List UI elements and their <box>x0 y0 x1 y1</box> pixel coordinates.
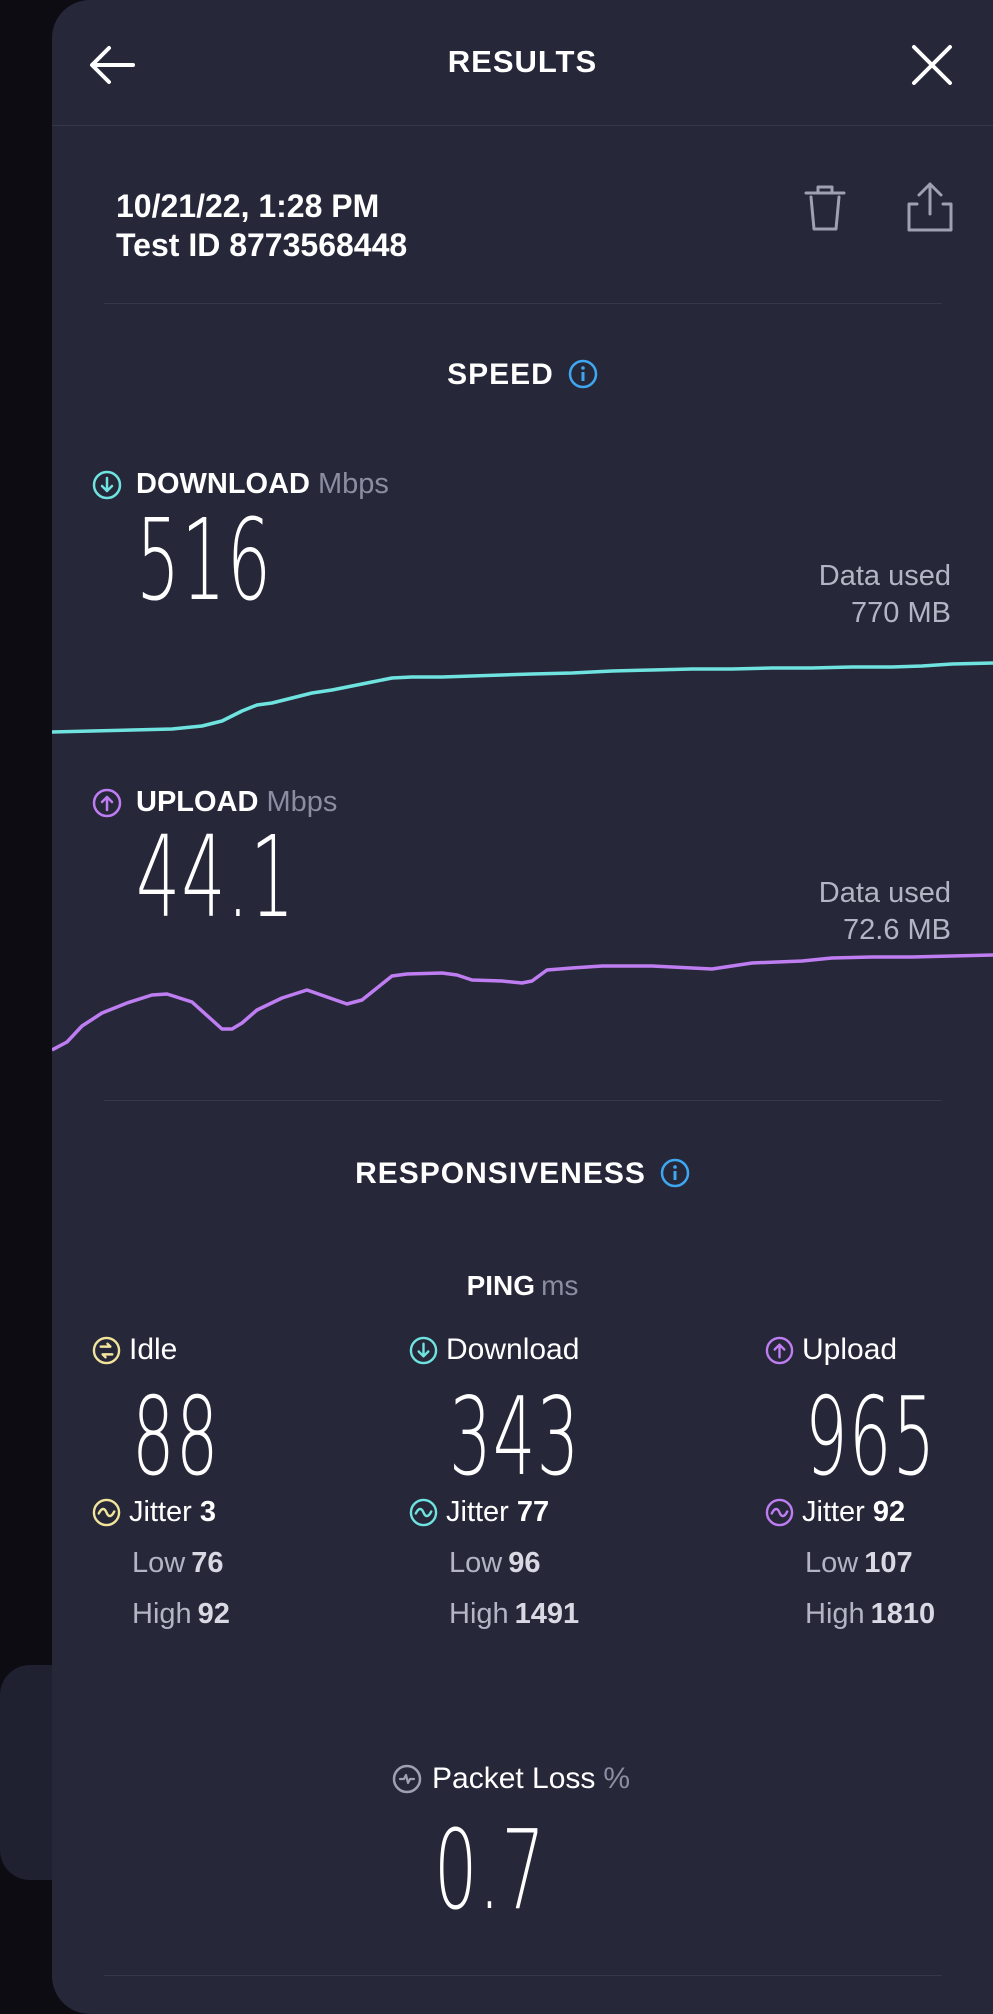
high-row: High 1810 <box>805 1598 935 1631</box>
ping-column-upload: Upload 965 Jitter 92 Low 107 High 1810 <box>765 1332 993 1630</box>
jitter-value: 92 <box>872 1496 906 1528</box>
info-icon[interactable] <box>568 359 598 389</box>
divider <box>104 303 942 304</box>
ping-unit: ms <box>541 1270 579 1301</box>
high-label: High <box>132 1598 192 1630</box>
low-value: 107 <box>864 1547 913 1579</box>
low-label: Low <box>132 1547 186 1579</box>
packet-loss-header: Packet Loss % <box>392 1762 630 1796</box>
test-meta: 10/21/22, 1:28 PM Test ID 8773568448 <box>116 187 407 265</box>
packet-loss-unit: % <box>603 1762 631 1795</box>
ping-column-label: Idle <box>129 1333 178 1366</box>
jitter-row: Jitter 3 <box>92 1496 216 1529</box>
wave-circle-icon <box>765 1498 794 1527</box>
low-value: 96 <box>508 1547 541 1579</box>
divider <box>104 1975 942 1976</box>
packet-loss-icon <box>392 1764 422 1794</box>
ping-value: 343 <box>449 1375 581 1500</box>
upload-data-used-label: Data used <box>818 877 951 909</box>
jitter-label: Jitter <box>802 1496 865 1528</box>
high-label: High <box>449 1598 509 1630</box>
jitter-label: Jitter <box>446 1496 509 1528</box>
upload-speed-line <box>52 953 993 1052</box>
speed-title: SPEED <box>447 358 554 391</box>
arrow-up-circle-icon <box>92 788 122 817</box>
responsiveness-section-title: RESPONSIVENESS <box>52 1157 993 1191</box>
high-label: High <box>805 1598 865 1630</box>
page-title: RESULTS <box>447 44 598 79</box>
wave-circle-icon <box>92 1498 121 1527</box>
high-value: 1810 <box>870 1598 936 1630</box>
download-value: 516 <box>136 496 273 626</box>
low-label: Low <box>449 1547 503 1579</box>
arrow-down-circle-icon <box>92 470 122 499</box>
ping-column-label: Upload <box>802 1333 898 1366</box>
download-data-used-label: Data used <box>818 560 951 592</box>
high-value: 1491 <box>514 1598 580 1630</box>
ping-column-header: Upload <box>765 1332 993 1368</box>
ping-value: 965 <box>805 1375 937 1500</box>
high-value: 92 <box>197 1598 230 1630</box>
download-unit: Mbps <box>317 468 389 500</box>
ping-column-download: Download 343 Jitter 77 Low 96 High 1491 <box>409 1332 659 1630</box>
ping-column-idle: Idle 88 Jitter 3 Low 76 High 92 <box>92 1332 342 1630</box>
low-row: Low 96 <box>449 1547 540 1580</box>
high-row: High 1491 <box>449 1598 579 1631</box>
jitter-value: 3 <box>199 1496 216 1528</box>
low-value: 76 <box>191 1547 224 1579</box>
packet-loss-value: 0.7 <box>434 1806 547 1934</box>
responsiveness-title: RESPONSIVENESS <box>355 1157 646 1190</box>
upload-value: 44.1 <box>136 813 296 943</box>
ping-column-header: Idle <box>92 1332 342 1368</box>
arrow-up-circle-icon <box>765 1336 794 1364</box>
close-icon[interactable] <box>907 40 957 90</box>
share-icon[interactable] <box>905 180 955 234</box>
ping-column-label: Download <box>446 1333 580 1366</box>
low-row: Low 76 <box>132 1547 223 1580</box>
trash-icon[interactable] <box>802 183 848 233</box>
ping-value: 88 <box>132 1375 220 1500</box>
divider <box>104 1100 942 1101</box>
results-panel: RESULTS 10/21/22, 1:28 PM Test ID 877356… <box>52 0 993 2014</box>
low-label: Low <box>805 1547 859 1579</box>
arrow-down-circle-icon <box>409 1336 438 1364</box>
test-id: Test ID 8773568448 <box>116 227 408 263</box>
test-datetime: 10/21/22, 1:28 PM <box>116 188 380 224</box>
high-row: High 92 <box>132 1598 230 1631</box>
jitter-row: Jitter 92 <box>765 1496 905 1529</box>
ping-label: PING <box>466 1270 536 1301</box>
download-speed-line <box>52 661 993 734</box>
jitter-value: 77 <box>516 1496 550 1528</box>
info-icon[interactable] <box>660 1158 690 1188</box>
download-speed-graph <box>52 661 993 734</box>
wave-circle-icon <box>409 1498 438 1527</box>
upload-speed-graph <box>52 953 993 1052</box>
jitter-row: Jitter 77 <box>409 1496 549 1529</box>
top-bar: RESULTS <box>52 0 993 126</box>
packet-loss-label: Packet Loss <box>432 1762 596 1795</box>
ping-title: PING ms <box>52 1270 993 1302</box>
idle-circle-icon <box>92 1336 121 1364</box>
upload-data-used: Data used 72.6 MB <box>819 875 951 949</box>
speed-section-title: SPEED <box>52 358 993 392</box>
low-row: Low 107 <box>805 1547 913 1580</box>
ping-column-header: Download <box>409 1332 659 1368</box>
jitter-label: Jitter <box>129 1496 192 1528</box>
